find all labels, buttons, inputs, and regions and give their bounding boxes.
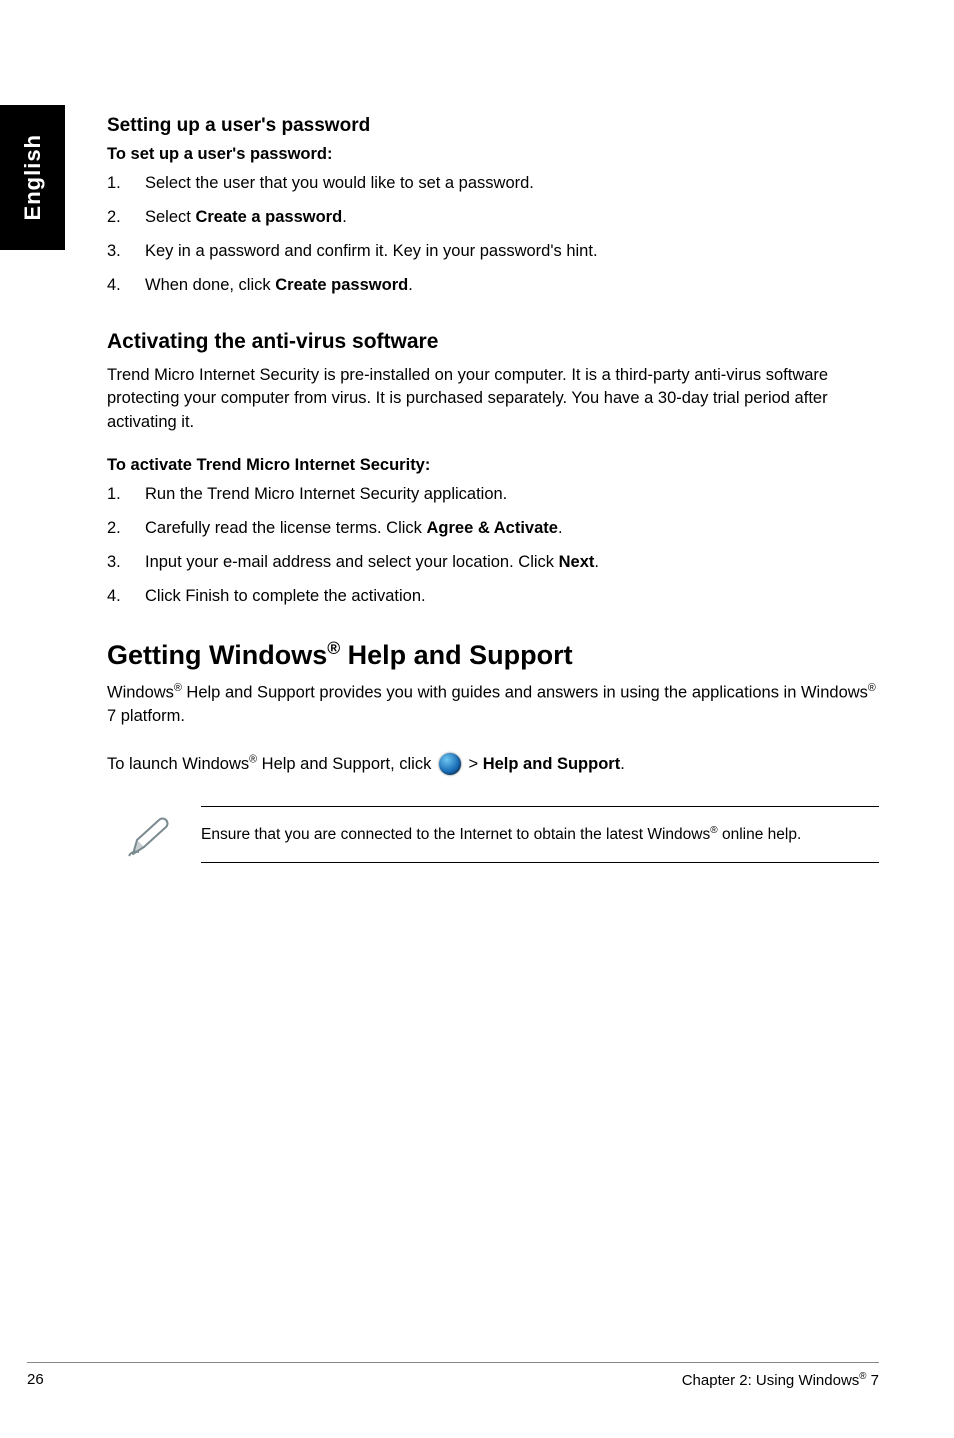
language-tab-label: English — [20, 134, 46, 220]
launch-instruction: To launch Windows® Help and Support, cli… — [107, 750, 879, 778]
section3-intro: Windows® Help and Support provides you w… — [107, 681, 879, 728]
list-item: 4. When done, click Create password. — [107, 274, 879, 297]
language-tab: English — [0, 105, 65, 250]
step-number: 3. — [107, 551, 145, 574]
step-number: 2. — [107, 517, 145, 540]
section1-subheading: To set up a user's password: — [107, 145, 879, 164]
section2-subheading: To activate Trend Micro Internet Securit… — [107, 456, 879, 475]
list-item: 1. Run the Trend Micro Internet Security… — [107, 483, 879, 506]
step-text: Carefully read the license terms. Click … — [145, 517, 563, 540]
list-item: 4. Click Finish to complete the activati… — [107, 585, 879, 608]
section1-heading: Setting up a user's password — [107, 115, 879, 137]
page-content: Setting up a user's password To set up a… — [107, 115, 879, 863]
section1-steps: 1. Select the user that you would like t… — [107, 172, 879, 297]
windows-start-icon — [439, 753, 461, 775]
list-item: 2. Select Create a password. — [107, 206, 879, 229]
section2-intro: Trend Micro Internet Security is pre-ins… — [107, 364, 879, 433]
pencil-icon — [127, 810, 169, 858]
chapter-label: Chapter 2: Using Windows® 7 — [682, 1371, 879, 1389]
step-text: Click Finish to complete the activation. — [145, 585, 426, 608]
page-footer: 26 Chapter 2: Using Windows® 7 — [27, 1362, 879, 1389]
section2-steps: 1. Run the Trend Micro Internet Security… — [107, 483, 879, 608]
step-text: When done, click Create password. — [145, 274, 413, 297]
step-number: 1. — [107, 172, 145, 195]
step-text: Select the user that you would like to s… — [145, 172, 534, 195]
step-number: 4. — [107, 274, 145, 297]
step-text: Run the Trend Micro Internet Security ap… — [145, 483, 507, 506]
step-number: 4. — [107, 585, 145, 608]
list-item: 3. Key in a password and confirm it. Key… — [107, 240, 879, 263]
section3-heading: Getting Windows® Help and Support — [107, 638, 879, 671]
list-item: 1. Select the user that you would like t… — [107, 172, 879, 195]
step-number: 1. — [107, 483, 145, 506]
step-text: Key in a password and confirm it. Key in… — [145, 240, 598, 263]
list-item: 2. Carefully read the license terms. Cli… — [107, 517, 879, 540]
step-text: Select Create a password. — [145, 206, 347, 229]
step-text: Input your e-mail address and select you… — [145, 551, 599, 574]
section2-heading: Activating the anti-virus software — [107, 330, 879, 354]
step-number: 3. — [107, 240, 145, 263]
note-text: Ensure that you are connected to the Int… — [201, 806, 879, 863]
note-row: Ensure that you are connected to the Int… — [107, 806, 879, 863]
list-item: 3. Input your e-mail address and select … — [107, 551, 879, 574]
page-number: 26 — [27, 1371, 44, 1389]
step-number: 2. — [107, 206, 145, 229]
